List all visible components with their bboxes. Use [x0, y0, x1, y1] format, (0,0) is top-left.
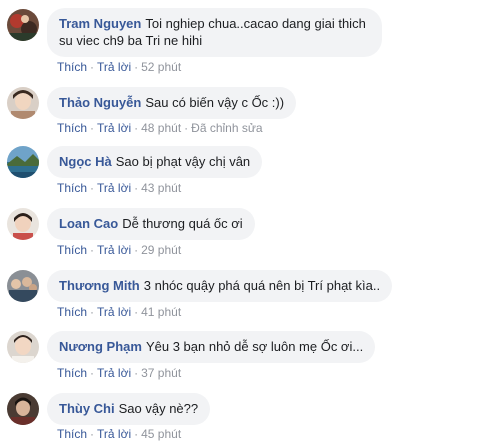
separator-dot: · — [90, 121, 95, 135]
reply-button[interactable]: Trả lời — [97, 427, 131, 441]
separator-dot: · — [134, 181, 139, 195]
comment-timestamp[interactable]: 43 phút — [141, 181, 181, 195]
comment-author-link[interactable]: Loan Cao — [59, 216, 118, 231]
separator-dot: · — [90, 181, 95, 195]
reply-button[interactable]: Trả lời — [97, 60, 131, 74]
comment-bubble: Nương Phạm Yêu 3 bạn nhỏ dễ sợ luôn mẹ Ốc… — [47, 331, 376, 363]
comment-timestamp[interactable]: 41 phút — [141, 305, 181, 319]
like-button[interactable]: Thích — [57, 305, 87, 319]
separator-dot: · — [90, 305, 95, 319]
comment-actions: Thích · Trả lời · 48 phút · Đã chỉnh sửa — [57, 120, 263, 136]
comment-actions: Thích · Trả lời · 41 phút — [57, 304, 181, 320]
separator-dot: · — [134, 366, 139, 380]
reply-button[interactable]: Trả lời — [97, 305, 131, 319]
comment-author-link[interactable]: Thùy Chi — [59, 401, 115, 416]
separator-dot: · — [90, 366, 95, 380]
comment-text: Sau có biến vậy c Ốc :)) — [145, 95, 285, 110]
separator-dot: · — [134, 243, 139, 257]
separator-dot: · — [90, 243, 95, 257]
comment-timestamp[interactable]: 29 phút — [141, 243, 181, 257]
separator-dot: · — [134, 121, 139, 135]
comment-text: Dễ thương quá ốc ơi — [122, 216, 243, 231]
comment-actions: Thích · Trả lời · 37 phút — [57, 365, 181, 381]
avatar[interactable] — [7, 270, 39, 302]
comment-timestamp[interactable]: 52 phút — [141, 60, 181, 74]
like-button[interactable]: Thích — [57, 181, 87, 195]
like-button[interactable]: Thích — [57, 243, 87, 257]
avatar[interactable] — [7, 87, 39, 119]
comment-author-link[interactable]: Thảo Nguyễn — [59, 95, 141, 110]
like-button[interactable]: Thích — [57, 121, 87, 135]
comment-bubble: Tram Nguyen Toi nghiep chua..cacao dang g… — [47, 8, 382, 57]
avatar[interactable] — [7, 146, 39, 178]
separator-dot: · — [134, 60, 139, 74]
comment-actions: Thích · Trả lời · 43 phút — [57, 180, 181, 196]
comment-bubble: Thương Mith 3 nhóc quậy phá quá nên bị Tr… — [47, 270, 393, 302]
comment-actions: Thích · Trả lời · 52 phút — [57, 59, 181, 75]
like-button[interactable]: Thích — [57, 427, 87, 441]
comment-text: Yêu 3 bạn nhỏ dễ sợ luôn mẹ Ốc ơi... — [145, 339, 364, 354]
like-button[interactable]: Thích — [57, 366, 87, 380]
reply-button[interactable]: Trả lời — [97, 121, 131, 135]
comment-timestamp[interactable]: 37 phút — [141, 366, 181, 380]
comment-text: 3 nhóc quậy phá quá nên bị Trí phạt kìa.… — [143, 278, 381, 293]
comment-bubble: Ngọc Hà Sao bị phạt vậy chị vân — [47, 146, 263, 178]
avatar[interactable] — [7, 331, 39, 363]
comment-bubble: Loan Cao Dễ thương quá ốc ơi — [47, 208, 255, 240]
comment-text: Sao vậy nè?? — [118, 401, 199, 416]
separator-dot: · — [184, 121, 189, 135]
comment-bubble: Thùy Chi Sao vậy nè?? — [47, 393, 211, 425]
avatar[interactable] — [7, 9, 39, 41]
edited-label[interactable]: Đã chỉnh sửa — [191, 121, 262, 135]
separator-dot: · — [90, 60, 95, 74]
comment-bubble: Thảo Nguyễn Sau có biến vậy c Ốc :)) — [47, 87, 297, 119]
comment-author-link[interactable]: Ngọc Hà — [59, 154, 112, 169]
separator-dot: · — [90, 427, 95, 441]
reply-button[interactable]: Trả lời — [97, 366, 131, 380]
comment-text: Sao bị phạt vậy chị vân — [115, 154, 251, 169]
comment-timestamp[interactable]: 45 phút — [141, 427, 181, 441]
comment-actions: Thích · Trả lời · 29 phút — [57, 242, 181, 258]
separator-dot: · — [134, 305, 139, 319]
separator-dot: · — [134, 427, 139, 441]
comment-timestamp[interactable]: 48 phút — [141, 121, 181, 135]
avatar[interactable] — [7, 393, 39, 425]
like-button[interactable]: Thích — [57, 60, 87, 74]
reply-button[interactable]: Trả lời — [97, 181, 131, 195]
avatar[interactable] — [7, 208, 39, 240]
comment-author-link[interactable]: Nương Phạm — [59, 339, 142, 354]
reply-button[interactable]: Trả lời — [97, 243, 131, 257]
comment-author-link[interactable]: Tram Nguyen — [59, 16, 141, 31]
comment-author-link[interactable]: Thương Mith — [59, 278, 140, 293]
comment-actions: Thích · Trả lời · 45 phút — [57, 426, 181, 442]
